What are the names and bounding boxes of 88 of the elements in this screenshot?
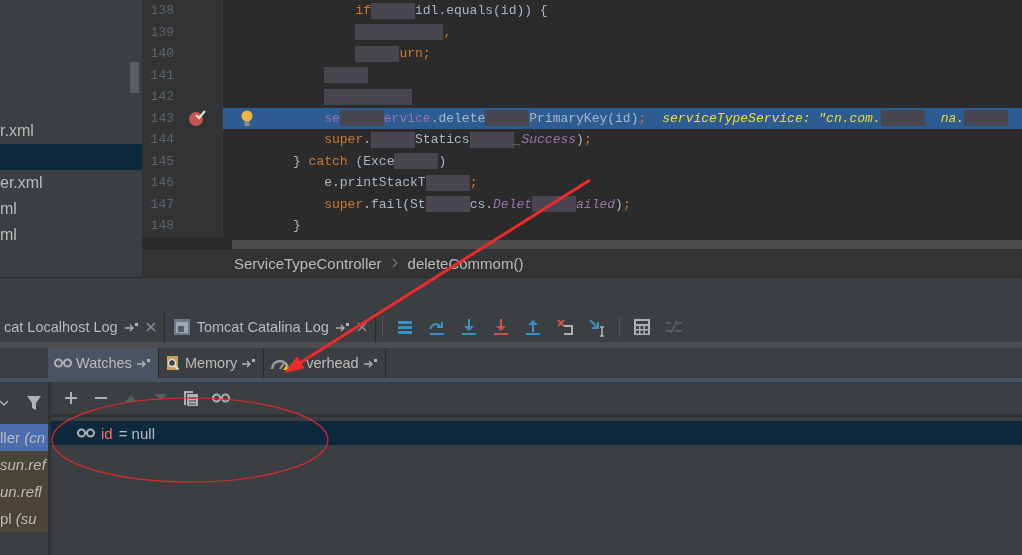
stack-frame[interactable]: sun.ref — [0, 451, 48, 478]
code-text: catch — [308, 153, 348, 169]
code-text: Delet — [493, 196, 533, 212]
redacted-block — [339, 110, 384, 127]
code-text: se — [324, 110, 340, 126]
code-text: ; — [622, 196, 631, 212]
redacted-block — [485, 110, 530, 127]
pin-icon[interactable] — [241, 358, 258, 368]
redacted-block — [371, 2, 415, 19]
redacted-block — [425, 174, 470, 191]
code-text: .fail(St — [363, 196, 426, 212]
calculator-icon[interactable] — [631, 317, 652, 337]
tool-tab[interactable]: Tomcat Catalina Log — [196, 319, 329, 335]
code-text: , — [443, 24, 452, 40]
chevron-icon — [391, 258, 398, 268]
watch-value: = null — [118, 424, 155, 442]
horizontal-scrollbar[interactable] — [232, 239, 1022, 249]
code-text: super — [324, 196, 364, 212]
pin-icon[interactable] — [123, 322, 140, 332]
tree-item[interactable]: ml — [0, 222, 142, 248]
code-text: Statics — [415, 132, 470, 148]
redacted-block — [355, 24, 400, 41]
redacted-block — [964, 110, 1009, 127]
code-text: urn; — [399, 46, 431, 62]
redacted-block — [355, 45, 400, 62]
breakpoint-icon[interactable] — [188, 109, 208, 128]
tab-label: Memory — [184, 355, 238, 371]
code-text: ; — [469, 175, 478, 191]
code-text: } — [293, 218, 301, 234]
inline-value: serviceTypeService: "cn.com. — [662, 110, 881, 126]
caret-icon[interactable] — [0, 399, 8, 407]
lightbulb-icon[interactable] — [241, 109, 253, 127]
add-icon[interactable] — [62, 389, 80, 407]
code-text: } — [293, 153, 301, 169]
code-text: ; — [638, 110, 647, 126]
code-text: . — [363, 132, 372, 148]
memory-icon — [164, 355, 181, 371]
redacted-block — [394, 153, 439, 170]
tree-item[interactable]: er.xml — [0, 170, 142, 196]
window-icon — [172, 318, 191, 336]
redacted-block — [399, 24, 444, 41]
glasses-icon — [77, 428, 95, 438]
close-icon[interactable] — [145, 322, 156, 332]
code-text: (Exce — [355, 153, 395, 169]
code-text: idl.equals(id)) { — [415, 3, 548, 19]
stack-frame[interactable]: pl (su — [0, 505, 48, 532]
tree-item[interactable]: r.xml — [0, 118, 142, 144]
close-icon[interactable] — [356, 322, 367, 332]
code-text: e.printStackT — [324, 175, 426, 191]
scrollbar-thumb[interactable] — [130, 62, 139, 93]
debug-tab[interactable]: Watches — [48, 348, 159, 378]
run-to-cursor-icon[interactable] — [586, 317, 607, 337]
code-text: ) — [576, 132, 584, 148]
breadcrumb[interactable]: ServiceTypeController — [234, 254, 382, 272]
inline-value: na. — [940, 110, 965, 126]
code-text: ) — [438, 153, 447, 169]
filter-icon[interactable] — [26, 395, 42, 411]
watch-row[interactable]: id = null — [51, 421, 1022, 445]
pin-icon[interactable] — [362, 358, 379, 368]
code-text: cs. — [469, 196, 494, 212]
tab-label: verhead — [306, 355, 359, 371]
redacted-block — [324, 88, 369, 105]
stack-frame[interactable]: un.refl — [0, 478, 48, 505]
code-text: PrimaryKey(id) — [529, 110, 639, 126]
glasses-icon — [54, 358, 72, 368]
code-text: _Success — [513, 132, 577, 148]
code-text: .delete — [430, 110, 486, 126]
code-text: ) — [615, 196, 623, 212]
code-text: super — [324, 132, 364, 148]
copy-icon[interactable] — [182, 389, 200, 407]
tab-label: Watches — [76, 355, 132, 371]
redacted-block — [371, 131, 416, 148]
redacted-block — [880, 110, 925, 127]
tree-item[interactable]: ml — [0, 196, 142, 222]
tool-tab[interactable]: cat Localhost Log — [4, 319, 118, 335]
redacted-block — [368, 88, 413, 105]
code-text: ervice — [383, 110, 431, 126]
watch-name: id — [101, 424, 113, 442]
pin-icon[interactable] — [135, 358, 152, 368]
code-text: ; — [583, 132, 592, 148]
drop-frame-icon[interactable] — [554, 317, 575, 337]
code-text: ailed — [576, 196, 616, 212]
pin-icon[interactable] — [334, 322, 351, 332]
glasses-icon[interactable] — [212, 393, 230, 403]
code-text: if — [355, 3, 371, 19]
redacted-block — [324, 67, 369, 84]
redacted-block — [469, 131, 514, 148]
redacted-block — [425, 196, 470, 213]
